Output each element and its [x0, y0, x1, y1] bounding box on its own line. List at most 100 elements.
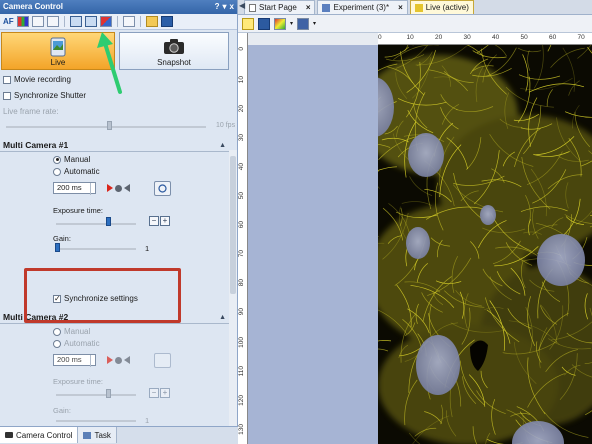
exposure-2-time-label: Exposure time:	[53, 377, 104, 386]
auto-exposure-2-button[interactable]	[154, 353, 171, 368]
tab-live[interactable]: Live (active)	[409, 0, 474, 14]
movie-recording-checkbox[interactable]	[3, 75, 11, 84]
exposure-plus-button[interactable]: +	[160, 216, 170, 226]
manual-2-radio-row[interactable]: Manual	[53, 327, 90, 336]
multi-camera-icon[interactable]	[84, 16, 97, 27]
close-tab-icon[interactable]: ×	[398, 1, 403, 14]
tab-scroll-left-icon[interactable]: ◀	[239, 1, 245, 10]
dropdown-arrow-icon[interactable]: ▾	[313, 20, 316, 27]
exposure-input[interactable]: 200 ms	[53, 182, 96, 195]
exposure-minus-button[interactable]: −	[149, 216, 159, 226]
tab-task[interactable]: Task	[78, 427, 117, 443]
title-buttons: ? ▾ x	[215, 0, 234, 14]
gain-value: 1	[145, 244, 150, 253]
frame-rate-slider-thumb[interactable]	[107, 121, 112, 130]
ruler-left-tick: 50	[238, 192, 245, 200]
close-panel-button[interactable]: x	[230, 0, 234, 14]
exposure-2-spinner[interactable]	[90, 355, 95, 367]
ruler-left-tick: 110	[238, 366, 245, 377]
exposure-2-plus-button[interactable]: +	[160, 388, 170, 398]
tab-camera-control-label: Camera Control	[16, 430, 73, 440]
task-icon	[83, 431, 92, 439]
snapshot-label: Snapshot	[157, 58, 191, 67]
ruler-left-tick: 30	[238, 134, 245, 142]
dropdown-arrow-icon[interactable]: ▾	[290, 20, 293, 27]
pin-button[interactable]: ▾	[223, 0, 227, 14]
snapshot-button[interactable]: Snapshot	[119, 32, 229, 70]
ruler-left-tick: 0	[238, 47, 245, 51]
ruler-left-tick: 70	[238, 250, 245, 258]
panel-scroll-thumb[interactable]	[230, 156, 236, 294]
gain-slider-thumb[interactable]	[55, 243, 60, 252]
ruler-left-tick: 120	[238, 395, 245, 406]
tab-start-page[interactable]: Start Page ×	[244, 0, 316, 14]
highlight-box	[24, 268, 181, 323]
eye-icon[interactable]	[242, 17, 254, 30]
collapse-caret-icon[interactable]: ▲	[219, 311, 226, 324]
automatic-2-radio-row[interactable]: Automatic	[53, 339, 100, 348]
display-mode-icon[interactable]	[258, 17, 270, 30]
rewind-icon[interactable]	[124, 356, 130, 364]
ruler-top-tick: 60	[549, 34, 557, 41]
live-frame-rate-row: Live frame rate:	[3, 107, 59, 116]
tab-camera-control[interactable]: Camera Control	[0, 427, 79, 443]
auto-exposure-button[interactable]	[154, 181, 171, 196]
frame-rate-slider-track[interactable]	[6, 126, 206, 128]
exposure-2-minus-button[interactable]: −	[149, 388, 159, 398]
layout-grid-icon[interactable]	[297, 17, 310, 30]
collapse-caret-icon[interactable]: ▲	[219, 139, 226, 152]
help-button[interactable]: ?	[215, 0, 220, 14]
exposure-slider-track[interactable]	[56, 223, 136, 225]
crop-icon[interactable]	[31, 16, 44, 27]
automatic-2-radio[interactable]	[53, 339, 61, 348]
live-playback-controls-2	[107, 356, 130, 364]
gain-slider-track[interactable]	[56, 248, 136, 250]
open-folder-icon[interactable]	[145, 16, 158, 27]
cell-nucleus	[408, 133, 444, 177]
exposure-2-input[interactable]: 200 ms	[53, 354, 96, 367]
movie-recording-row[interactable]: Movie recording	[3, 75, 71, 84]
rewind-icon[interactable]	[124, 184, 130, 192]
camera-icon	[164, 39, 184, 54]
manual-2-radio[interactable]	[53, 327, 61, 336]
manual-radio[interactable]	[53, 155, 61, 164]
exposure-spinner[interactable]	[90, 183, 95, 195]
play-icon[interactable]	[107, 184, 113, 192]
record-icon[interactable]	[115, 184, 122, 192]
exposure-value: 200 ms	[57, 183, 82, 192]
document-area: ◀ Start Page × Experiment (3)* × Live (a…	[238, 0, 592, 444]
exposure-slider-thumb[interactable]	[106, 217, 111, 226]
close-tab-icon[interactable]: ×	[306, 1, 311, 14]
live-icon	[50, 37, 66, 57]
panel-bottom-tabs: Camera Control Task	[0, 426, 238, 444]
tab-experiment[interactable]: Experiment (3)* ×	[317, 0, 408, 14]
exposure-2-slider-track[interactable]	[56, 394, 136, 396]
movie-recording-label: Movie recording	[14, 75, 71, 84]
live-playback-controls	[107, 184, 130, 192]
color-palette-icon[interactable]	[274, 17, 286, 30]
automatic-radio-row[interactable]: Automatic	[53, 167, 100, 176]
sync-shutter-row[interactable]: Synchronize Shutter	[3, 91, 86, 100]
play-icon[interactable]	[107, 356, 113, 364]
channel-split-icon[interactable]	[99, 16, 112, 27]
histogram-icon[interactable]	[46, 16, 59, 27]
autofocus-button[interactable]: AF	[3, 17, 14, 26]
save-icon[interactable]	[160, 16, 173, 27]
toolbar-separator	[139, 16, 141, 27]
grid-icon[interactable]	[122, 16, 135, 27]
cell-nucleus	[480, 205, 496, 225]
ruler-top-tick: 0	[378, 34, 382, 41]
sync-shutter-checkbox[interactable]	[3, 91, 11, 100]
manual-radio-row[interactable]: Manual	[53, 155, 90, 164]
record-icon[interactable]	[115, 356, 122, 364]
camera-toolbar: AF	[0, 14, 237, 30]
automatic-radio[interactable]	[53, 167, 61, 176]
cell-nucleus	[406, 227, 430, 259]
gain-2-slider-track[interactable]	[56, 420, 136, 422]
camera-settings-icon[interactable]	[69, 16, 82, 27]
exposure-2-slider-thumb[interactable]	[106, 389, 111, 398]
refresh-icon	[158, 184, 167, 193]
panel-scrollbar[interactable]	[229, 150, 237, 426]
multi-camera-1-header[interactable]: Multi Camera #1 ▲	[0, 139, 230, 152]
color-mode-icon[interactable]	[16, 16, 29, 27]
